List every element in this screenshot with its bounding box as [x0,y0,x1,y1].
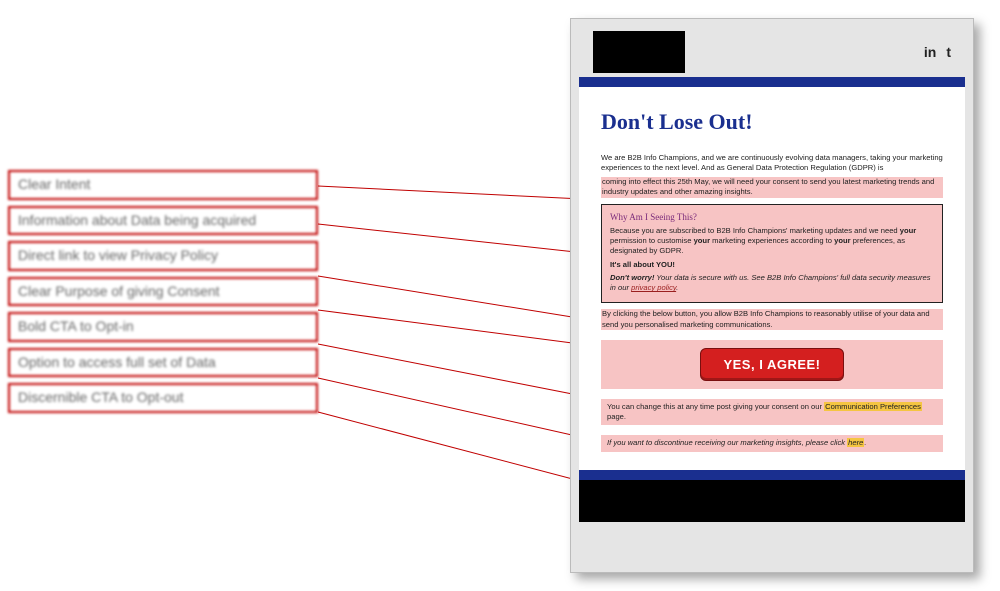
label-optout-cta: Discernible CTA to Opt-out [8,383,318,413]
agree-button[interactable]: YES, I AGREE! [700,348,843,381]
info-box-p2: It's all about YOU! [610,260,934,270]
prefs-strip: You can change this at any time post giv… [601,399,943,426]
info-box: Why Am I Seeing This? Because you are su… [601,204,943,304]
label-clear-intent: Clear Intent [8,170,318,200]
intro-p1: We are B2B Info Champions, and we are co… [601,153,943,174]
label-consent-purpose: Clear Purpose of giving Consent [8,277,318,307]
email-mock: in t Don't Lose Out! We are B2B Info Cha… [570,18,974,573]
label-data-info: Information about Data being acquired [8,206,318,236]
logo-placeholder [593,31,685,73]
label-bold-cta: Bold CTA to Opt-in [8,312,318,342]
social-icons: in t [924,44,951,60]
email-body: Don't Lose Out! We are B2B Info Champion… [579,87,965,470]
email-title: Don't Lose Out! [601,107,943,137]
linkedin-icon[interactable]: in [924,44,936,60]
privacy-policy-link[interactable]: privacy policy [631,283,676,292]
twitter-icon[interactable]: t [946,44,951,60]
cta-highlight: YES, I AGREE! [601,340,943,389]
info-box-p3: Don't worry! Your data is secure with us… [610,273,934,294]
email-header: in t [579,27,965,77]
annotation-labels: Clear Intent Information about Data bein… [8,170,318,419]
email-footer [579,480,965,522]
optout-link[interactable]: here [847,438,864,447]
optout-strip: If you want to discontinue receiving our… [601,435,943,451]
info-box-p1: Because you are subscribed to B2B Info C… [610,226,934,257]
comm-prefs-link[interactable]: Communication Preferences [824,402,922,411]
label-privacy-link: Direct link to view Privacy Policy [8,241,318,271]
consent-purpose: By clicking the below button, you allow … [601,309,943,330]
intro-p2-highlight: coming into effect this 25th May, we wil… [601,177,943,198]
info-box-heading: Why Am I Seeing This? [610,211,934,223]
label-data-access: Option to access full set of Data [8,348,318,378]
blue-bar-top [579,77,965,87]
blue-bar-bottom [579,470,965,480]
